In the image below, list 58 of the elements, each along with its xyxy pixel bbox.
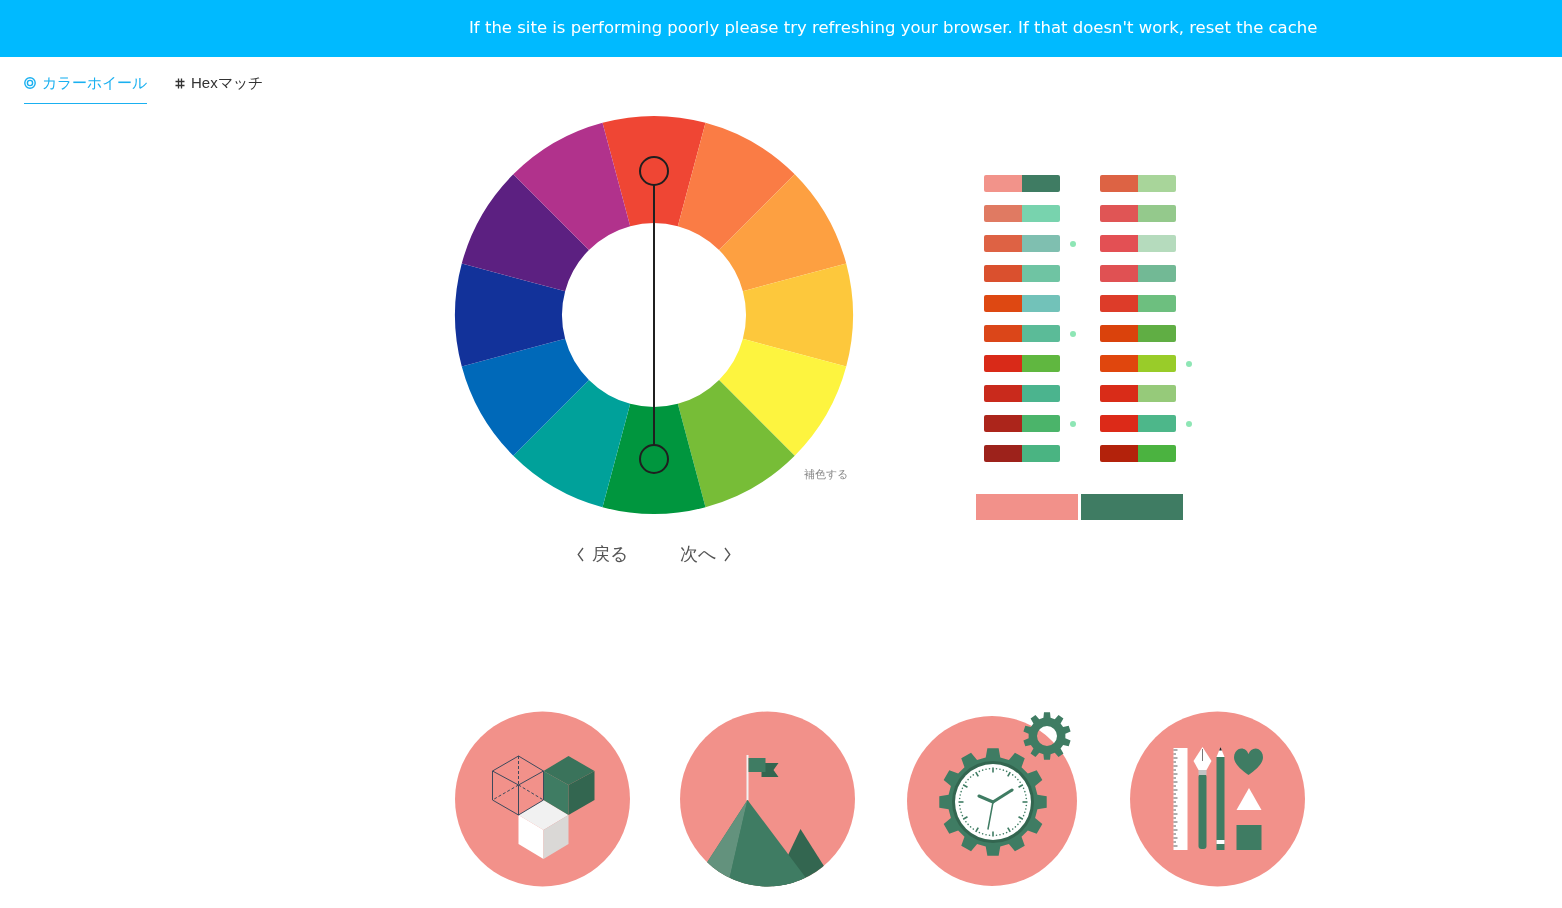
color-swatch[interactable] <box>1100 235 1138 252</box>
target-icon <box>24 77 36 89</box>
color-swatch[interactable] <box>1100 295 1138 312</box>
color-swatch[interactable] <box>984 385 1022 402</box>
chevron-right-icon <box>724 546 731 562</box>
color-swatch[interactable] <box>1022 295 1060 312</box>
color-swatch[interactable] <box>984 415 1022 432</box>
wheel-segment[interactable] <box>513 380 631 508</box>
color-swatch[interactable] <box>984 445 1022 462</box>
color-swatch[interactable] <box>1138 175 1176 192</box>
color-swatch[interactable] <box>1022 325 1060 342</box>
color-swatch[interactable] <box>1022 205 1060 222</box>
color-swatch[interactable] <box>984 295 1022 312</box>
color-swatch[interactable] <box>984 265 1022 282</box>
color-swatch[interactable] <box>1138 325 1176 342</box>
color-swatch[interactable] <box>1100 325 1138 342</box>
color-swatch[interactable] <box>1100 385 1138 402</box>
previous-button[interactable]: 戻る <box>577 542 628 566</box>
wheel-segment[interactable] <box>461 174 589 292</box>
notice-text: If the site is performing poorly please try refreshing your browser. If that doesn't work, reset the cache <box>469 17 1318 40</box>
color-swatch[interactable] <box>1138 385 1176 402</box>
color-swatch[interactable] <box>1100 265 1138 282</box>
color-swatch[interactable] <box>1138 415 1176 432</box>
color-swatch[interactable] <box>984 205 1022 222</box>
color-swatch[interactable] <box>1100 415 1138 432</box>
hash-icon <box>175 77 185 89</box>
color-swatch[interactable] <box>1022 265 1060 282</box>
color-swatch[interactable] <box>1100 355 1138 372</box>
color-swatch[interactable] <box>1022 385 1060 402</box>
color-swatch[interactable] <box>1138 295 1176 312</box>
next-button[interactable]: 次へ <box>680 542 731 566</box>
color-swatch[interactable] <box>1138 445 1176 462</box>
color-swatch[interactable] <box>1022 445 1060 462</box>
color-swatch[interactable] <box>984 325 1022 342</box>
color-swatch[interactable] <box>1022 415 1060 432</box>
chevron-left-icon <box>577 546 584 562</box>
color-swatch[interactable] <box>1138 265 1176 282</box>
color-swatch[interactable] <box>984 355 1022 372</box>
wheel-handle[interactable] <box>639 444 669 474</box>
color-swatch[interactable] <box>1022 355 1060 372</box>
color-swatch[interactable] <box>984 175 1022 192</box>
scheme-label: 補色する <box>804 467 848 481</box>
wheel-segment[interactable] <box>602 116 706 227</box>
wheel-handle[interactable] <box>639 156 669 186</box>
tab[interactable]: Hexマッチ <box>175 73 263 104</box>
color-swatch[interactable] <box>1138 205 1176 222</box>
color-swatch[interactable] <box>1138 235 1176 252</box>
wheel-segment[interactable] <box>602 403 706 514</box>
color-swatch[interactable] <box>1138 355 1176 372</box>
wheel-segment[interactable] <box>461 338 589 456</box>
wheel-segment[interactable] <box>513 122 631 250</box>
color-swatch[interactable] <box>1022 175 1060 192</box>
color-swatch[interactable] <box>1100 205 1138 222</box>
wheel-segment[interactable] <box>455 263 566 367</box>
color-swatch[interactable] <box>1022 235 1060 252</box>
color-swatch[interactable] <box>984 235 1022 252</box>
color-swatch[interactable] <box>1100 445 1138 462</box>
color-swatch[interactable] <box>1100 175 1138 192</box>
